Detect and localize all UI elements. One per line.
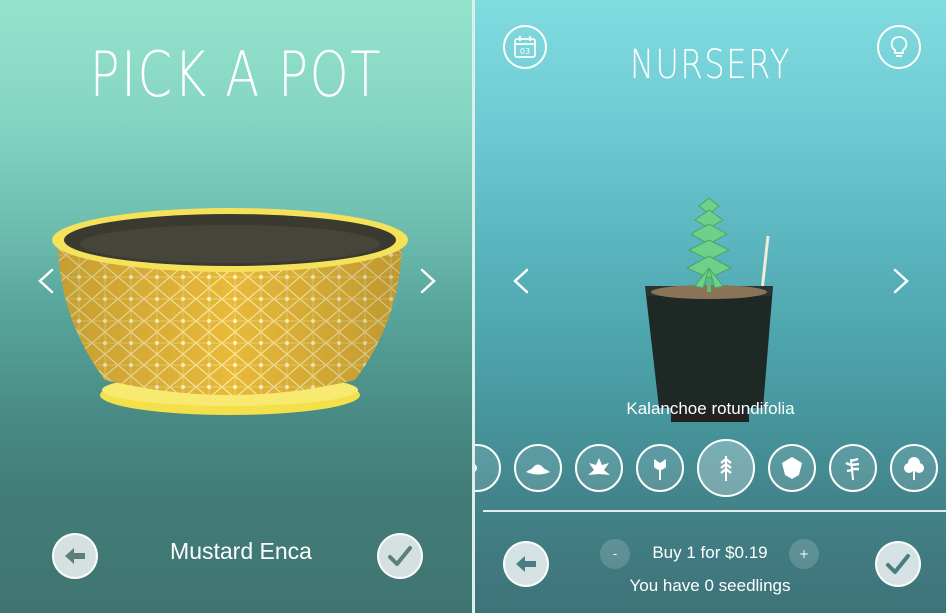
seed-option-wheat-selected[interactable] xyxy=(697,439,755,497)
seed-option-fern[interactable] xyxy=(829,444,877,492)
pick-a-pot-screen: PICK A POT Mustard Enca xyxy=(0,0,472,613)
hint-button[interactable] xyxy=(877,25,921,69)
buy-price-label: Buy 1 for $0.19 xyxy=(652,543,768,562)
lotus-icon xyxy=(526,464,550,475)
back-arrow-icon xyxy=(516,556,536,572)
checkmark-icon xyxy=(388,546,412,566)
seed-option-tulip[interactable] xyxy=(636,444,684,492)
wheat-icon xyxy=(720,456,732,481)
rosette-icon xyxy=(588,458,610,475)
back-button[interactable] xyxy=(52,533,98,579)
lightbulb-icon xyxy=(890,36,908,57)
pot-name: Mustard Enca xyxy=(170,538,312,564)
plant-name: Kalanchoe rotundifolia xyxy=(626,399,795,418)
seed-selector xyxy=(475,439,946,497)
seed-option-partial[interactable] xyxy=(475,444,501,492)
seedlings-count: You have 0 seedlings xyxy=(629,576,791,595)
tree-icon xyxy=(904,457,924,480)
back-button[interactable] xyxy=(503,541,549,587)
next-plant-arrow[interactable] xyxy=(887,268,913,294)
previous-pot-arrow[interactable] xyxy=(34,268,60,294)
divider-line xyxy=(483,510,946,512)
shield-leaf-icon xyxy=(782,457,802,479)
seed-option-shield-leaf[interactable] xyxy=(768,444,816,492)
confirm-button[interactable] xyxy=(377,533,423,579)
fern-icon xyxy=(845,457,860,481)
checkmark-icon xyxy=(886,554,910,574)
increase-quantity-button[interactable]: + xyxy=(789,539,819,569)
confirm-button[interactable] xyxy=(875,541,921,587)
plant-illustration xyxy=(645,197,773,422)
tulip-icon xyxy=(654,459,666,480)
seed-option-lotus[interactable] xyxy=(514,444,562,492)
page-title: PICK A POT xyxy=(89,38,383,111)
nursery-screen: 03 NURSERY Kalanchoe rotundifolia - Buy … xyxy=(475,0,946,613)
next-pot-arrow[interactable] xyxy=(414,268,440,294)
seed-partial-icon xyxy=(475,464,477,472)
previous-plant-arrow[interactable] xyxy=(509,268,535,294)
page-title: NURSERY xyxy=(629,42,792,88)
back-arrow-icon xyxy=(65,548,85,564)
seed-option-tree[interactable] xyxy=(890,444,938,492)
seed-option-rosette[interactable] xyxy=(575,444,623,492)
pot-illustration xyxy=(52,208,408,415)
